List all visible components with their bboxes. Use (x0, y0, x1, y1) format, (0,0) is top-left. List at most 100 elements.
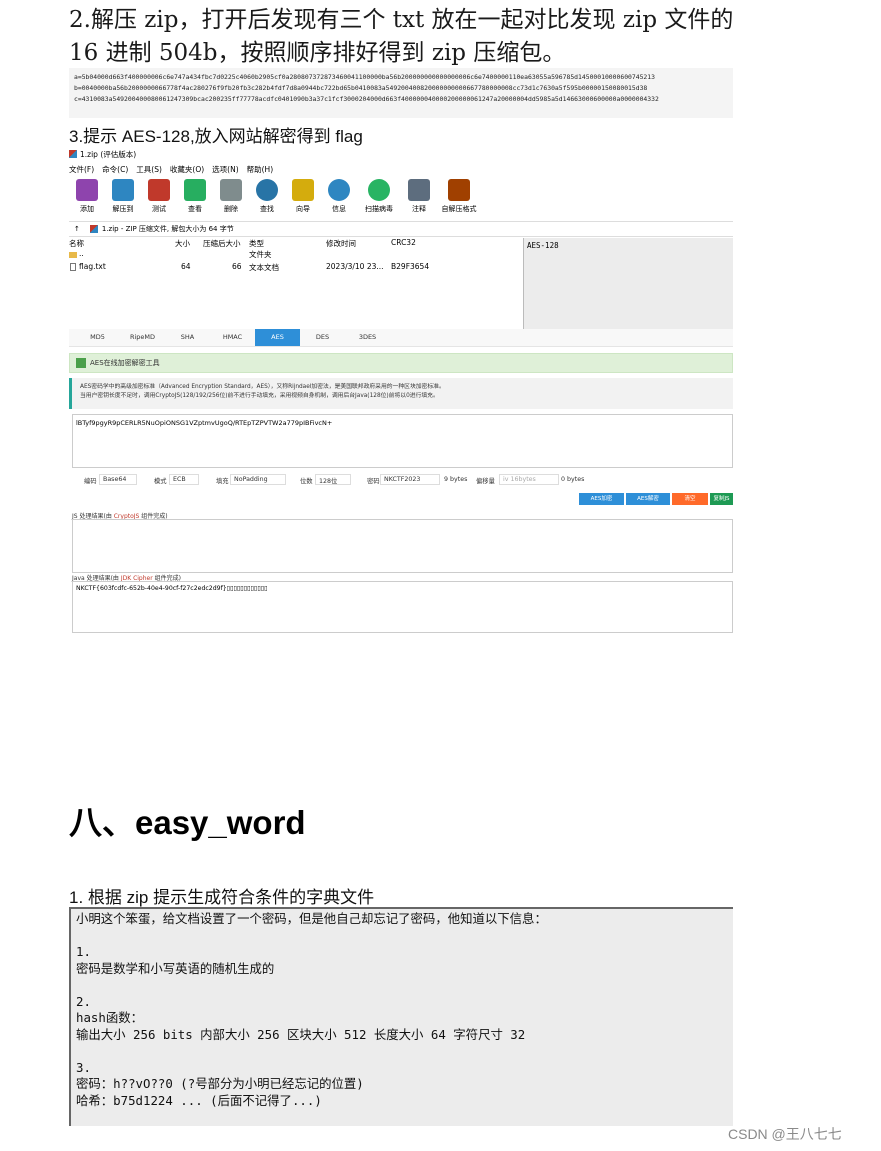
tool-wizard[interactable]: 向导 (285, 176, 321, 216)
address-text: 1.zip - ZIP 压缩文件, 解包大小为 64 字节 (101, 225, 234, 233)
hint-line (76, 977, 733, 994)
add-icon (76, 179, 98, 201)
section-heading: 八、easy_word (69, 804, 306, 841)
hint-line: 密码是数学和小写英语的随机生成的 (76, 960, 275, 976)
menu-command[interactable]: 命令(C) (102, 164, 128, 175)
hint-line: 哈希：b75d1224 ... (后面不记得了...) (76, 1092, 322, 1108)
menu-tools[interactable]: 工具(S) (136, 164, 162, 175)
archive-comment: AES-128 (523, 238, 733, 329)
col-size[interactable]: 大小 (175, 238, 190, 249)
tab-sha[interactable]: SHA (165, 329, 210, 346)
tab-3des[interactable]: 3DES (345, 329, 390, 346)
hint-line: 输出大小 256 bits 内部大小 256 区块大小 512 长度大小 64 … (76, 1026, 526, 1042)
hash-tabs: MD5 RipeMD SHA HMAC AES DES 3DES (69, 329, 733, 347)
col-crc[interactable]: CRC32 (391, 238, 416, 247)
step3-heading: 3.提示 AES-128,放入网站解密得到 flag (69, 127, 363, 146)
aes-options: 编码 Base64 模式 ECB 填充 NoPadding 位数 128位 密码… (69, 472, 733, 490)
hex-line-a: a=5b04000d663f400000006c6e747a434fbc7d02… (74, 73, 655, 81)
row-flag-size: 64 (181, 262, 191, 271)
step1-heading: 1. 根据 zip 提示生成符合条件的字典文件 (69, 888, 375, 907)
winrar-title: 1.zip (评估版本) (69, 148, 136, 160)
encoding-label: 编码 (84, 478, 97, 485)
up-arrow-icon[interactable]: ↑ (74, 225, 80, 233)
row-parent-name[interactable]: .. (79, 249, 84, 258)
tool-sfx[interactable]: 自解压格式 (437, 176, 481, 216)
java-result-output[interactable]: NKCTF{603fcdfc-652b-40e4-90cf-f27c2edc2d… (72, 581, 733, 633)
row-parent-type: 文件夹 (249, 250, 272, 259)
watermark: CSDN @王八七七 (728, 1126, 842, 1142)
aes-encrypt-button[interactable]: AES加密 (579, 493, 624, 505)
js-result-output[interactable] (72, 519, 733, 573)
tab-aes[interactable]: AES (255, 329, 300, 346)
menu-options[interactable]: 选项(N) (212, 164, 238, 175)
key-label: 密码 (367, 478, 380, 485)
col-modified[interactable]: 修改时间 (326, 238, 356, 249)
hint-line: 3. (76, 1059, 91, 1075)
menu-file[interactable]: 文件(F) (69, 164, 94, 175)
tool-find[interactable]: 查找 (249, 176, 285, 216)
hex-line-b: b=0040000ba56b2000000066778f4ac280276f9f… (74, 84, 648, 92)
hint-line (76, 928, 733, 945)
aes-decrypt-button[interactable]: AES解密 (626, 493, 670, 505)
mode-label: 模式 (154, 478, 167, 485)
iv-label: 偏移量 (476, 478, 495, 485)
sfx-icon (448, 179, 470, 201)
tab-md5[interactable]: MD5 (75, 329, 120, 346)
address-bar[interactable]: ↑ 1.zip - ZIP 压缩文件, 解包大小为 64 字节 (69, 221, 733, 237)
file-list: 名称 大小 压缩后大小 类型 修改时间 CRC32 .. 文件夹 flag.tx… (69, 238, 521, 328)
aes-info-line1: AES密码学中的高级加密标准（Advanced Encryption Stand… (80, 384, 445, 390)
hint-line: 2. (76, 993, 91, 1009)
key-input[interactable]: NKCTF2023 (380, 474, 440, 485)
row-flag-crc: B29F3654 (391, 262, 430, 271)
bits-label: 位数 (300, 478, 313, 485)
test-icon (148, 179, 170, 201)
tab-ripemd[interactable]: RipeMD (120, 329, 165, 346)
row-flag-modified: 2023/3/10 23... (326, 262, 384, 271)
step2-line1: 2.解压 zip，打开后发现有三个 txt 放在一起对比发现 zip 文件的 (69, 7, 734, 33)
text-file-icon (70, 263, 76, 271)
wizard-icon (292, 179, 314, 201)
tool-info[interactable]: 信息 (321, 176, 357, 216)
menu-favorites[interactable]: 收藏夹(O) (170, 164, 204, 175)
tool-comment[interactable]: 注释 (401, 176, 437, 216)
info-icon (328, 179, 350, 201)
row-flag-packed: 66 (232, 262, 242, 271)
clear-button[interactable]: 清空 (672, 493, 708, 505)
encoding-select[interactable]: Base64 (99, 474, 137, 485)
hex-dump: a=5b04000d663f400000006c6e747a434fbc7d02… (69, 68, 733, 118)
comment-icon (408, 179, 430, 201)
tool-delete[interactable]: 删除 (213, 176, 249, 216)
hint-textbox: 小明这个笨蛋，给文档设置了一个密码，但是他自己却忘记了密码，他知道以下信息： 1… (69, 907, 733, 1126)
hint-line: 1. (76, 944, 91, 959)
col-type[interactable]: 类型 (249, 238, 264, 249)
ciphertext-input[interactable]: lBTyf9pgyR9pCERLR5NuOpiONSG1VZptmvUgoQ/R… (72, 414, 733, 468)
tool-extract[interactable]: 解压到 (105, 176, 141, 216)
tool-view[interactable]: 查看 (177, 176, 213, 216)
copy-js-button[interactable]: 复制JS (710, 493, 733, 505)
col-name[interactable]: 名称 (69, 238, 84, 249)
aes-info-line2: 当用户密钥长度不足时，调用CryptoJS(128/192/256位)前不进行手… (80, 393, 439, 399)
iv-bytes: 0 bytes (561, 476, 585, 483)
winrar-toolbar: 添加 解压到 测试 查看 删除 查找 向导 信息 扫描病毒 注释 自解压格式 (69, 176, 733, 216)
iv-input[interactable]: iv 16bytes (499, 474, 559, 485)
bits-select[interactable]: 128位 (315, 474, 351, 485)
find-icon (256, 179, 278, 201)
tool-add[interactable]: 添加 (69, 176, 105, 216)
row-flag-name[interactable]: flag.txt (79, 262, 106, 271)
mode-select[interactable]: ECB (169, 474, 199, 485)
winrar-window: 1.zip (评估版本) 文件(F) 命令(C) 工具(S) 收藏夹(O) 选项… (69, 146, 733, 329)
row-flag-type: 文本文档 (249, 263, 279, 272)
aes-info-box: AES密码学中的高级加密标准（Advanced Encryption Stand… (69, 378, 733, 409)
padding-select[interactable]: NoPadding (230, 474, 286, 485)
folder-icon (69, 252, 77, 258)
winrar-menu: 文件(F) 命令(C) 工具(S) 收藏夹(O) 选项(N) 帮助(H) (69, 164, 273, 175)
tool-scan[interactable]: 扫描病毒 (357, 176, 401, 216)
tab-des[interactable]: DES (300, 329, 345, 346)
menu-help[interactable]: 帮助(H) (247, 164, 274, 175)
tab-hmac[interactable]: HMAC (210, 329, 255, 346)
view-icon (184, 179, 206, 201)
tool-test[interactable]: 测试 (141, 176, 177, 216)
step2-heading: 2.解压 zip，打开后发现有三个 txt 放在一起对比发现 zip 文件的 1… (69, 4, 829, 70)
scan-icon (368, 179, 390, 201)
col-packed[interactable]: 压缩后大小 (203, 238, 241, 249)
